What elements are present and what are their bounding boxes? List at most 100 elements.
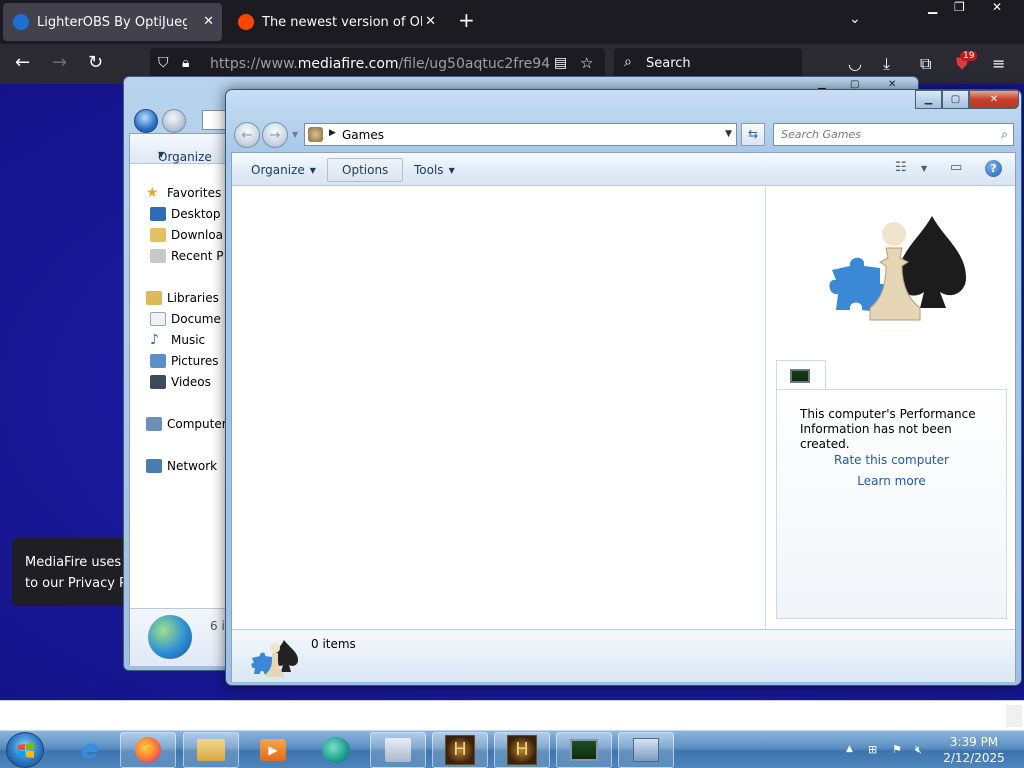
nav-label: Recent P	[171, 249, 224, 263]
nav-label: Favorites	[167, 186, 222, 200]
action-center-flag-icon[interactable]: ⚑	[892, 743, 902, 756]
taskbar-internet-explorer[interactable]: e	[62, 732, 118, 768]
reader-view-icon[interactable]: ▤	[554, 55, 567, 71]
games-explorer-window[interactable]: ▁ ▢ ✕ ← → ▼ ▶ Games ▼ ⇆ Search Games ⌕ O…	[225, 89, 1022, 686]
restore-icon[interactable]: ❐	[954, 0, 965, 14]
nav-documents[interactable]: Docume	[150, 309, 221, 329]
help-button[interactable]: ?	[985, 160, 1002, 177]
close-button[interactable]: ✕	[969, 90, 1019, 109]
extension-badge: 19	[960, 51, 978, 61]
nav-recent[interactable]: Recent P	[150, 246, 224, 266]
downloads-icon[interactable]: ⤓	[883, 54, 890, 74]
reload-icon[interactable]: ↻	[88, 52, 103, 73]
navigation-buttons: ← →	[234, 122, 290, 148]
nav-desktop[interactable]: Desktop	[150, 204, 221, 224]
back-button[interactable]: ←	[234, 122, 260, 148]
nav-computer[interactable]: Computer	[146, 414, 227, 434]
preview-pane-icon[interactable]: ▭	[950, 160, 962, 175]
nav-label: Libraries	[167, 291, 219, 305]
preview-pane: This computer's Performance Information …	[765, 186, 1015, 629]
nav-network[interactable]: Network	[146, 456, 217, 476]
taskbar-media-center[interactable]: ▶	[245, 732, 301, 768]
address-bar[interactable]	[202, 110, 226, 130]
refresh-icon: ⇆	[747, 127, 759, 141]
shield-icon[interactable]: ⛉	[158, 55, 169, 71]
taskbar-game-2[interactable]: H	[494, 732, 550, 768]
taskbar-network-config[interactable]	[618, 732, 674, 768]
tab-obs-newest[interactable]: The newest version of OBS no lo ✕	[228, 3, 444, 41]
taskbar-calculator[interactable]	[370, 732, 426, 768]
internet-explorer-icon: e	[81, 735, 99, 765]
close-window-icon[interactable]: ✕	[992, 0, 1002, 14]
nav-pictures[interactable]: Pictures	[150, 351, 219, 371]
close-tab-icon[interactable]: ✕	[203, 14, 214, 29]
recent-pages-dropdown-icon[interactable]: ▼	[292, 130, 298, 139]
tab-title: The newest version of OBS no lo	[262, 14, 422, 30]
options-button[interactable]: Options	[327, 158, 404, 182]
back-arrow-icon[interactable]: ←	[15, 52, 30, 73]
nav-libraries[interactable]: Libraries	[146, 288, 219, 308]
chevron-down-icon: ▼	[158, 150, 165, 159]
minimize-icon[interactable]: ▁	[928, 0, 937, 14]
taskbar-app-5[interactable]	[308, 732, 364, 768]
calculator-icon	[385, 738, 411, 762]
volume-muted-icon[interactable]: 🔇︎	[915, 743, 922, 757]
new-tab-icon[interactable]: +	[458, 8, 475, 32]
recent-places-icon	[150, 249, 166, 263]
nav-music[interactable]: ♪ Music	[150, 330, 205, 350]
breadcrumb-games[interactable]: Games	[342, 128, 384, 142]
minimize-button[interactable]: ▁	[915, 90, 942, 109]
organize-label: Organize	[158, 150, 212, 164]
search-placeholder: Search	[646, 56, 691, 71]
forward-button[interactable]: →	[262, 122, 288, 148]
nav-favorites[interactable]: ★ Favorites	[146, 183, 221, 203]
nav-label: Docume	[171, 312, 221, 326]
tools-menu[interactable]: Tools ▼	[400, 158, 469, 182]
clock[interactable]: 3:39 PM 2/12/2025	[934, 734, 1014, 766]
tab-lighterobs[interactable]: LighterOBS By OptiJuegos ✕	[3, 3, 222, 41]
maximize-button[interactable]: ▢	[942, 90, 969, 109]
forward-button[interactable]	[162, 109, 186, 133]
address-dropdown-icon[interactable]: ▼	[725, 129, 732, 139]
libraries-icon	[146, 291, 162, 305]
extensions-icon[interactable]: ⧉	[920, 54, 931, 74]
change-view-icon[interactable]: ☷	[895, 160, 907, 175]
menu-hamburger-icon[interactable]: ≡	[992, 54, 1005, 73]
performance-tab[interactable]	[776, 360, 826, 390]
address-bar[interactable]: ▶ Games ▼	[304, 123, 737, 146]
caption-buttons: ▁ ▢ ✕	[915, 90, 1021, 110]
taskbar-firefox[interactable]	[120, 732, 176, 768]
breadcrumb-arrow-icon[interactable]: ▶	[329, 128, 336, 138]
media-center-icon: ▶	[260, 739, 286, 761]
search-icon[interactable]: ⌕	[1001, 127, 1008, 142]
start-button[interactable]	[6, 732, 44, 768]
monitor-icon	[790, 369, 810, 383]
rate-this-computer-link[interactable]: Rate this computer	[777, 453, 1006, 467]
lock-icon[interactable]: 🔒︎	[182, 55, 189, 71]
network-tray-icon[interactable]: ⊞	[868, 743, 877, 756]
file-list-area[interactable]	[232, 186, 765, 629]
games-folder-icon	[251, 640, 298, 677]
taskbar-game-1[interactable]: H	[432, 732, 488, 768]
url-domain: mediafire.com	[297, 56, 399, 72]
learn-more-link[interactable]: Learn more	[777, 474, 1006, 488]
pocket-icon[interactable]: ◡	[848, 54, 862, 73]
bookmark-star-icon[interactable]: ☆	[580, 54, 593, 72]
list-all-tabs-icon[interactable]: ⌄	[849, 11, 861, 27]
forward-arrow-icon[interactable]: →	[52, 52, 67, 73]
scrollbar[interactable]	[1006, 705, 1022, 727]
nav-videos[interactable]: Videos	[150, 372, 211, 392]
nav-downloads[interactable]: Downloa	[150, 225, 223, 245]
organize-menu[interactable]: Organize ▼	[237, 158, 330, 182]
back-button[interactable]	[134, 109, 158, 133]
show-hidden-icons-icon[interactable]: ▲	[846, 744, 853, 754]
clock-time: 3:39 PM	[949, 735, 999, 749]
close-tab-icon[interactable]: ✕	[425, 14, 436, 29]
options-label: Options	[342, 163, 389, 177]
item-count: 0 items	[311, 637, 356, 651]
refresh-button[interactable]: ⇆	[741, 123, 765, 146]
view-dropdown-icon[interactable]: ▼	[921, 164, 927, 173]
taskbar-explorer[interactable]	[183, 732, 239, 768]
taskbar-system-monitor[interactable]	[556, 732, 612, 768]
search-input[interactable]: Search Games ⌕	[773, 123, 1014, 146]
